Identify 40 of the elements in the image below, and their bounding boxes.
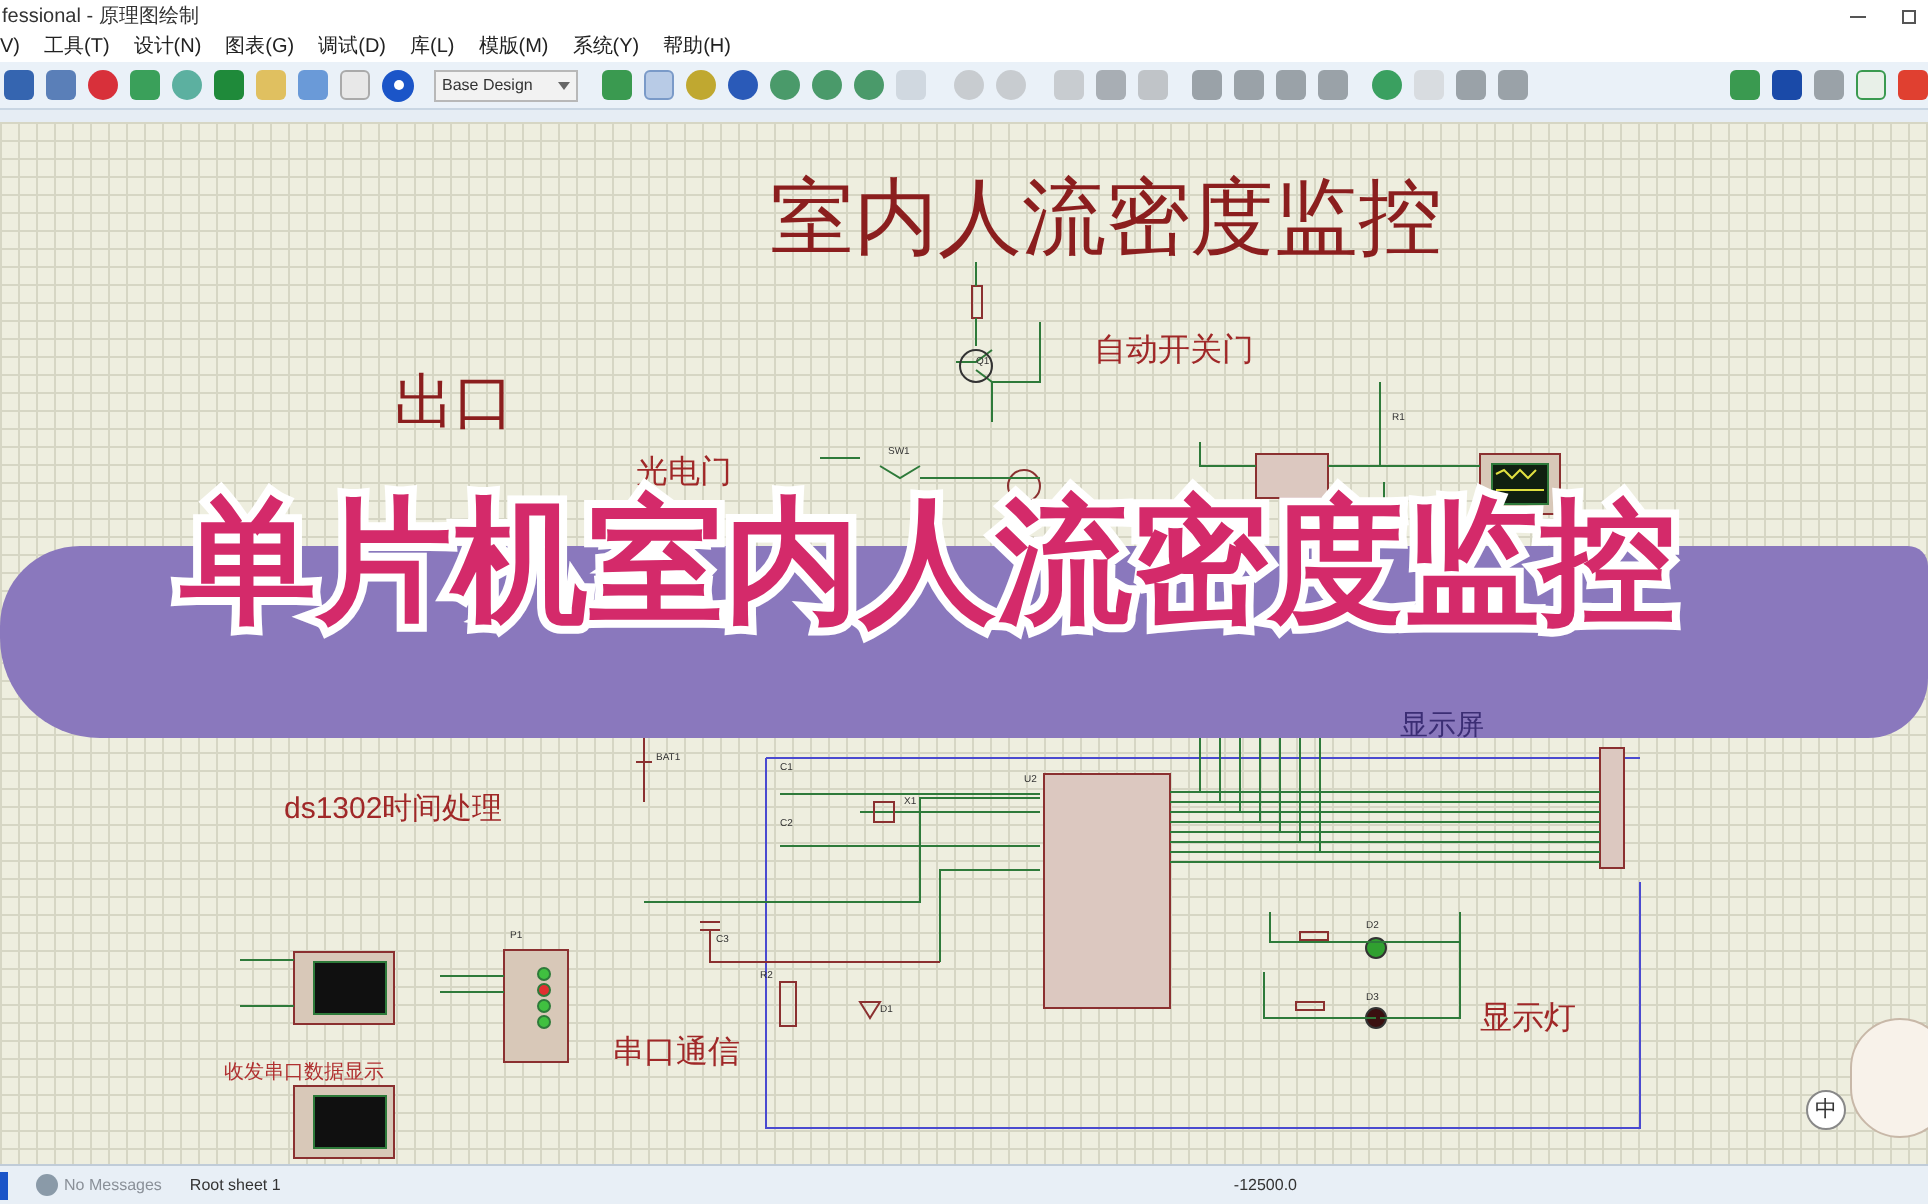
status-indicator xyxy=(0,1171,8,1199)
schematic-label: ds1302时间处理 xyxy=(284,790,503,830)
toolbar-icon[interactable] xyxy=(1234,70,1264,100)
sheet-name: Root sheet 1 xyxy=(187,1173,283,1197)
toolbar-icon[interactable] xyxy=(46,70,76,100)
toolbar-icon[interactable] xyxy=(4,70,34,100)
menu-item[interactable]: 调试(D) xyxy=(318,32,387,62)
toolbar-icon[interactable] xyxy=(1318,70,1348,100)
toolbar-icon[interactable] xyxy=(1456,70,1486,100)
toolbar-icon[interactable] xyxy=(1814,70,1844,100)
menu-item[interactable]: 图表(G) xyxy=(225,32,295,62)
schematic-title: 室内人流密度监控 xyxy=(770,168,1442,268)
ime-indicator[interactable]: 中 xyxy=(1806,1090,1846,1130)
menu-item[interactable]: V) xyxy=(0,32,20,62)
toolbar-icon[interactable] xyxy=(1276,70,1306,100)
design-dropdown[interactable]: Base Design xyxy=(434,69,578,101)
toolbar-icon[interactable] xyxy=(1730,70,1760,100)
menu-item[interactable]: 模版(M) xyxy=(478,32,549,62)
menu-item[interactable]: 库(L) xyxy=(410,32,455,62)
minimize-icon[interactable] xyxy=(1850,15,1866,17)
toolbar-icon[interactable] xyxy=(130,70,160,100)
maximize-icon[interactable] xyxy=(1902,9,1916,23)
schematic-label: 显示屏 xyxy=(1400,706,1484,744)
toolbar-icon[interactable] xyxy=(172,70,202,100)
caret-icon xyxy=(558,81,570,89)
toolbar-icon[interactable] xyxy=(298,70,328,100)
schematic-label: 显示灯 xyxy=(1480,1000,1576,1040)
window-title: fessional - 原理图绘制 xyxy=(0,3,199,31)
schematic-label: 出口 xyxy=(394,368,514,440)
menu-item[interactable]: 系统(Y) xyxy=(572,32,640,62)
schematic-label: 收发串口数据显示 xyxy=(224,1059,384,1088)
menu-item[interactable]: 工具(T) xyxy=(44,32,110,62)
schematic-label: 串口通信 xyxy=(612,1033,740,1074)
toolbar-icon[interactable] xyxy=(214,70,244,100)
menu-item[interactable]: 设计(N) xyxy=(133,32,202,62)
message-status: No Messages xyxy=(64,1173,162,1197)
schematic-label: 自动开关门 xyxy=(1094,331,1254,372)
menu-item[interactable]: 帮助(H) xyxy=(663,32,731,62)
toolbar-icon[interactable] xyxy=(1192,70,1222,100)
coordinate-readout: -12500.0 xyxy=(1231,1173,1298,1197)
